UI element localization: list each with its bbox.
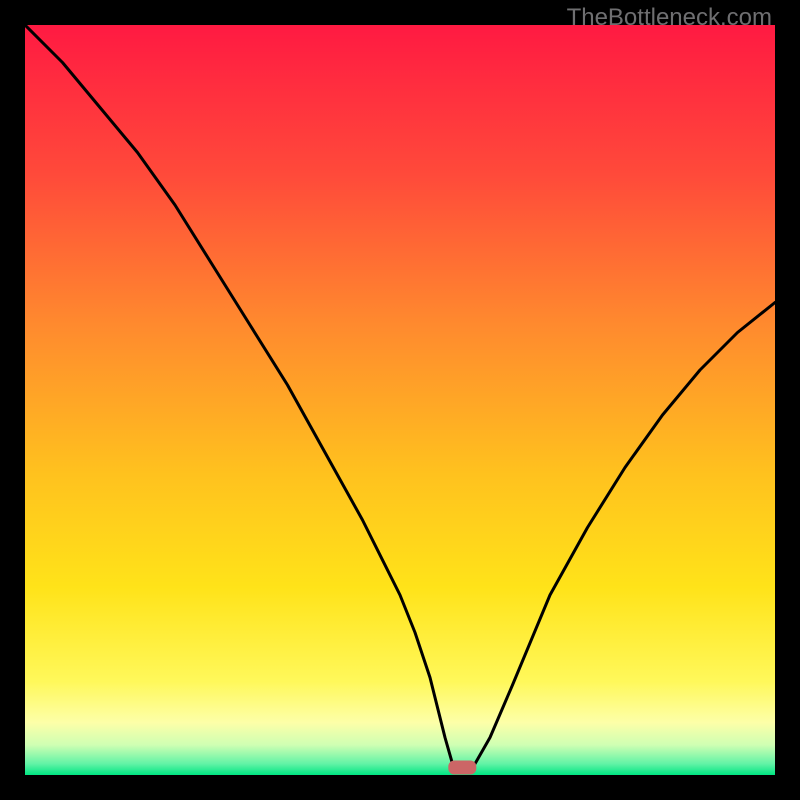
watermark-text: TheBottleneck.com bbox=[567, 4, 772, 32]
outer-black-frame: TheBottleneck.com bbox=[0, 0, 800, 800]
plot-area bbox=[25, 25, 775, 775]
chart-svg bbox=[25, 25, 775, 775]
current-point-marker bbox=[448, 761, 476, 775]
gradient-background bbox=[25, 25, 775, 775]
